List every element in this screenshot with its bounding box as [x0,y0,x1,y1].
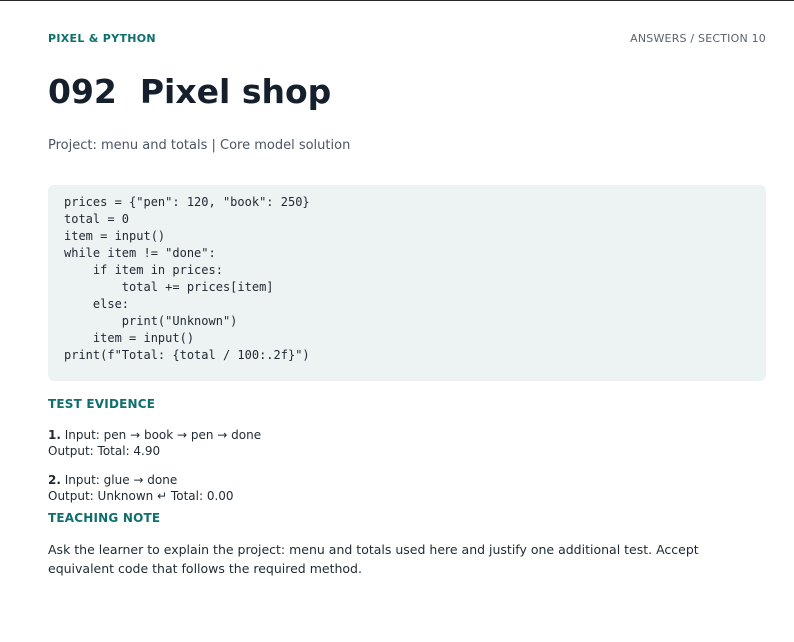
test-evidence-heading: TEST EVIDENCE [48,397,156,411]
test-evidence-output: Output: Total: 4.90 [48,444,161,458]
test-evidence-item: 2. Input: glue → done Output: Unknown ↵ … [48,472,234,504]
code-line: total = 0 [64,212,130,226]
code-line: prices = {"pen": 120, "book": 250} [64,195,310,209]
code-block: prices = {"pen": 120, "book": 250} total … [48,185,766,381]
code-line: item = input() [64,331,195,345]
test-evidence-number: 2. [48,473,61,487]
code-line: if item in prices: [64,263,223,277]
test-evidence-input-text: Input: pen → book → pen → done [60,428,262,442]
code-line: print("Unknown") [64,314,238,328]
code-line: while item != "done": [64,246,216,260]
test-evidence-output: Output: Unknown ↵ Total: 0.00 [48,489,234,503]
brand-label: PIXEL & PYTHON [48,32,156,45]
top-rule [0,0,794,1]
page-subtitle: Project: menu and totals | Core model so… [48,138,351,153]
code-line: total += prices[item] [64,280,274,294]
code-line: print(f"Total: {total / 100:.2f}") [64,348,310,362]
section-label: ANSWERS / SECTION 10 [630,32,766,45]
teaching-note-text: Ask the learner to explain the project: … [48,542,699,576]
test-evidence-number: 1. [48,428,61,442]
code-line: item = input() [64,229,166,243]
test-evidence-input-text: Input: glue → done [60,473,178,487]
test-evidence-input: 1. Input: pen → book → pen → done [48,427,261,443]
code-line: else: [64,297,130,311]
test-evidence-item: 1. Input: pen → book → pen → done Output… [48,427,261,459]
page-title: 092 Pixel shop [48,72,332,111]
teaching-note-heading: TEACHING NOTE [48,511,161,525]
test-evidence-input: 2. Input: glue → done [48,472,234,488]
